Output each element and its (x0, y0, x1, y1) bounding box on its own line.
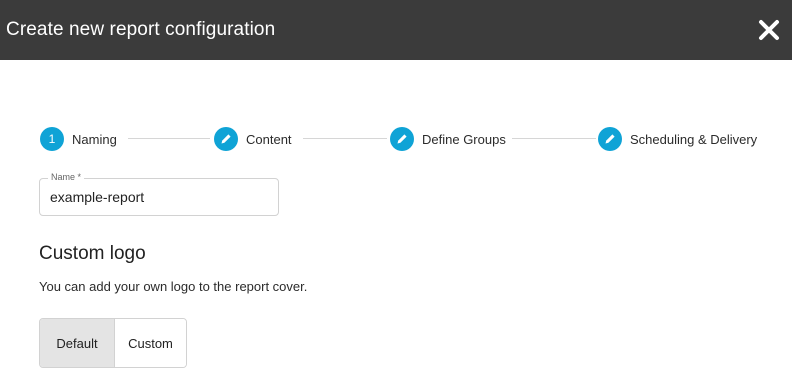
close-button[interactable] (756, 17, 782, 43)
pencil-icon (214, 127, 238, 151)
step-naming[interactable]: 1 Naming (40, 126, 117, 152)
logo-option-custom[interactable]: Custom (114, 319, 186, 367)
step-label: Naming (72, 131, 117, 147)
step-connector (512, 138, 596, 139)
pencil-icon (598, 127, 622, 151)
wizard-stepper: 1 Naming Content Define Groups Schedulin… (40, 126, 760, 152)
name-field: Name * (39, 172, 279, 216)
step-label: Content (246, 131, 292, 147)
report-config-dialog: Create new report configuration 1 Naming… (0, 0, 792, 376)
custom-logo-description: You can add your own logo to the report … (39, 279, 308, 294)
step-define-groups[interactable]: Define Groups (390, 126, 506, 152)
step-content[interactable]: Content (214, 126, 292, 152)
step-label: Define Groups (422, 131, 506, 147)
logo-toggle-group: Default Custom (39, 318, 187, 368)
close-icon (759, 20, 779, 40)
pencil-icon (390, 127, 414, 151)
step-connector (128, 138, 210, 139)
logo-option-default[interactable]: Default (40, 319, 114, 367)
dialog-header: Create new report configuration (0, 0, 792, 60)
step-number-1: 1 (40, 127, 64, 151)
step-label: Scheduling & Delivery (630, 131, 758, 147)
custom-logo-heading: Custom logo (39, 243, 146, 264)
dialog-title: Create new report configuration (6, 19, 276, 40)
step-connector (303, 138, 387, 139)
name-input[interactable] (40, 179, 278, 215)
step-scheduling-delivery[interactable]: Scheduling & Delivery (598, 126, 757, 152)
